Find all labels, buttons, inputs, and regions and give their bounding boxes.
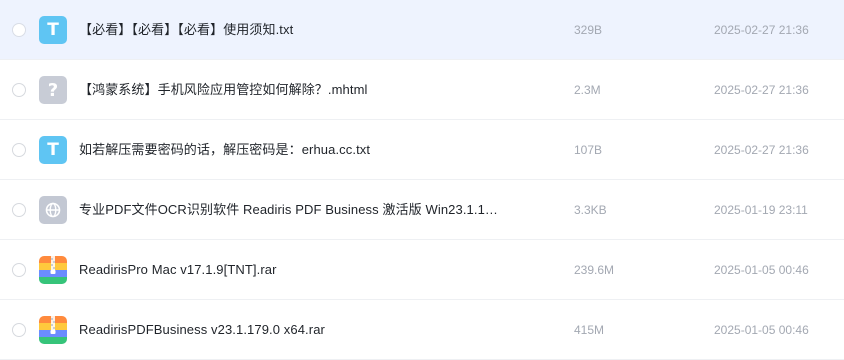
file-size: 239.6M (574, 263, 615, 277)
file-row[interactable]: ReadirisPDFBusiness v23.1.179.0 x64.rar … (0, 300, 844, 360)
file-size: 329B (574, 23, 603, 37)
file-size: 3.3KB (574, 203, 607, 217)
file-name[interactable]: 【必看】【必看】【必看】使用须知.txt (79, 21, 293, 39)
file-size: 415M (574, 323, 605, 337)
file-name[interactable]: 如若解压需要密码的话，解压密码是：erhua.cc.txt (79, 141, 370, 159)
file-list: T 【必看】【必看】【必看】使用须知.txt 329B 2025-02-27 2… (0, 0, 844, 360)
archive-file-icon (39, 256, 67, 284)
txt-file-icon: T (39, 16, 67, 44)
row-checkbox[interactable] (12, 23, 26, 37)
row-checkbox[interactable] (12, 203, 26, 217)
row-checkbox[interactable] (12, 263, 26, 277)
row-checkbox[interactable] (12, 323, 26, 337)
file-date: 2025-02-27 21:36 (714, 83, 809, 97)
row-checkbox[interactable] (12, 83, 26, 97)
file-name[interactable]: ReadirisPro Mac v17.1.9[TNT].rar (79, 261, 277, 279)
txt-file-icon: T (39, 136, 67, 164)
file-row[interactable]: ? 【鸿蒙系统】手机风险应用管控如何解除？.mhtml 2.3M 2025-02… (0, 60, 844, 120)
file-row[interactable]: T 如若解压需要密码的话，解压密码是：erhua.cc.txt 107B 202… (0, 120, 844, 180)
file-date: 2025-01-05 00:46 (714, 263, 809, 277)
web-link-icon (39, 196, 67, 224)
file-date: 2025-01-05 00:46 (714, 323, 809, 337)
archive-file-icon (39, 316, 67, 344)
file-size: 107B (574, 143, 603, 157)
file-name[interactable]: ReadirisPDFBusiness v23.1.179.0 x64.rar (79, 321, 325, 339)
file-row[interactable]: 专业PDF文件OCR识别软件 Readiris PDF Business 激活版… (0, 180, 844, 240)
file-row[interactable]: T 【必看】【必看】【必看】使用须知.txt 329B 2025-02-27 2… (0, 0, 844, 60)
file-date: 2025-02-27 21:36 (714, 143, 809, 157)
file-date: 2025-02-27 21:36 (714, 23, 809, 37)
file-size: 2.3M (574, 83, 601, 97)
file-row[interactable]: ReadirisPro Mac v17.1.9[TNT].rar 239.6M … (0, 240, 844, 300)
unknown-file-icon: ? (39, 76, 67, 104)
file-name[interactable]: 【鸿蒙系统】手机风险应用管控如何解除？.mhtml (79, 81, 368, 99)
file-date: 2025-01-19 23:11 (714, 203, 808, 217)
file-name[interactable]: 专业PDF文件OCR识别软件 Readiris PDF Business 激活版… (79, 201, 498, 219)
row-checkbox[interactable] (12, 143, 26, 157)
